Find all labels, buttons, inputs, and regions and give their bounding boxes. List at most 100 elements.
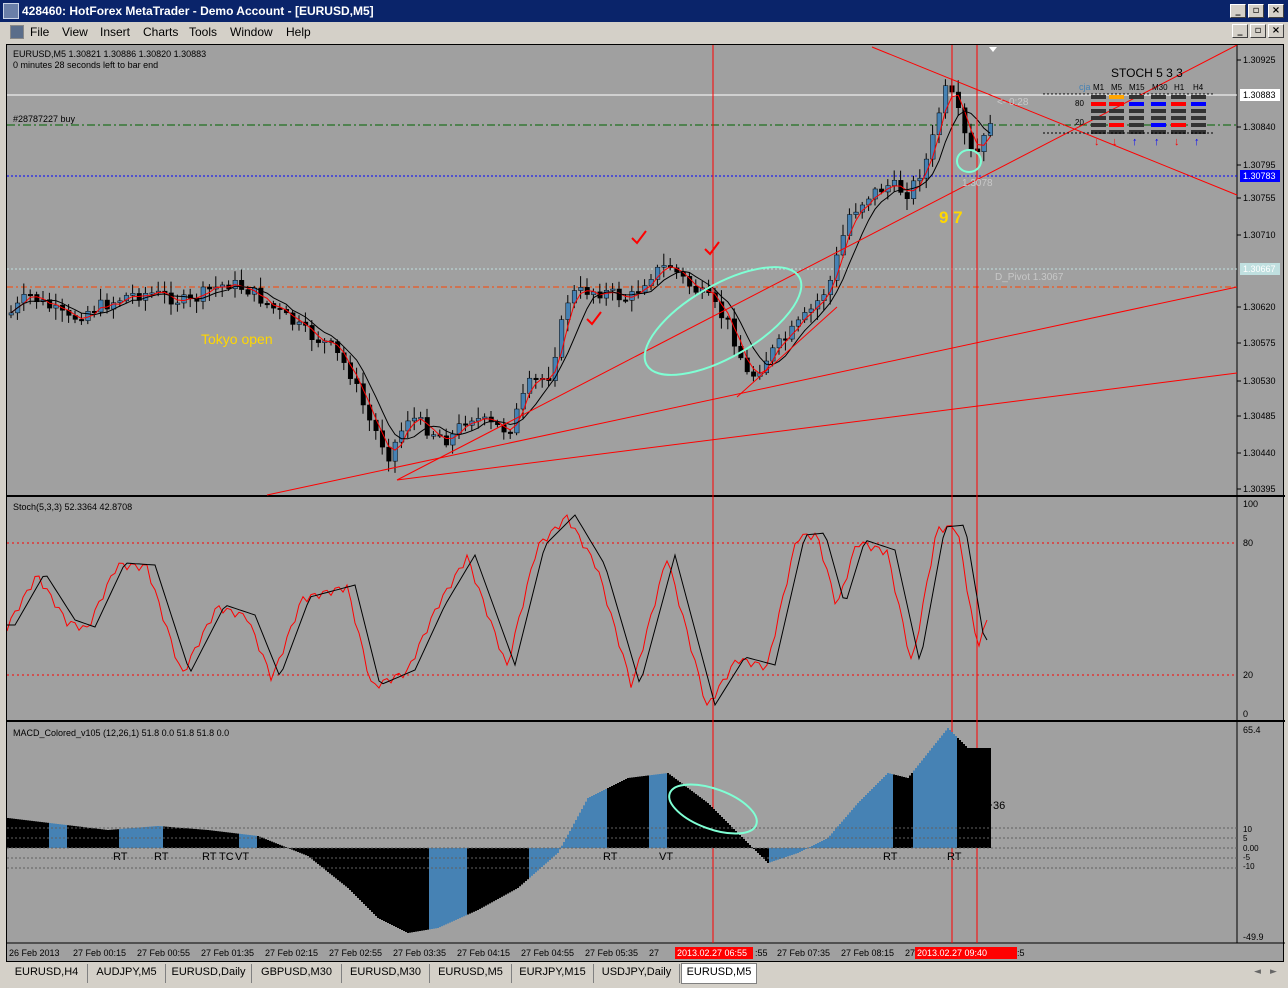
stoch-cell	[1129, 102, 1144, 106]
stoch-cell	[1109, 109, 1124, 113]
macd-bar	[153, 826, 155, 848]
macd-bar	[753, 848, 755, 849]
macd-bar	[193, 828, 195, 848]
child-close-button[interactable]: ×	[1268, 24, 1284, 38]
macd-bar	[103, 829, 105, 848]
stoch-cell	[1109, 102, 1124, 106]
time-label: 27 Feb 01:35	[201, 948, 254, 958]
macd-bar	[81, 826, 83, 848]
menu-tools[interactable]: Tools	[189, 25, 217, 39]
macd-bar	[23, 819, 25, 848]
macd-bar	[763, 848, 765, 859]
price-tick-label: 1.30440	[1243, 448, 1276, 458]
stoch-cell	[1129, 109, 1144, 113]
macd-bar	[815, 844, 817, 848]
chart-area[interactable]: EURUSD,M5 1.30821 1.30886 1.30820 1.3088…	[6, 44, 1285, 963]
candle-body	[661, 265, 667, 268]
macd-bar	[149, 826, 151, 848]
macd-marker-rt: RT	[947, 851, 962, 863]
macd-bar	[393, 848, 395, 926]
menu-file[interactable]: File	[30, 25, 49, 39]
macd-bar	[527, 848, 529, 880]
macd-bar	[201, 829, 203, 848]
macd-bar	[613, 785, 615, 848]
minimize-button[interactable]: _	[1230, 4, 1246, 18]
close-button[interactable]: ×	[1268, 4, 1284, 18]
title-bar[interactable]: 428460: HotForex MetaTrader - Demo Accou…	[0, 0, 1288, 22]
macd-bar	[773, 848, 775, 861]
menu-help[interactable]: Help	[286, 25, 311, 39]
document-icon[interactable]	[10, 25, 24, 39]
macd-bar	[367, 848, 369, 908]
tab-eurusd-m5-active[interactable]: EURUSD,M5	[681, 963, 757, 984]
macd-bar	[767, 848, 769, 863]
macd-bar	[167, 826, 169, 848]
tab-eurusd-m30[interactable]: EURUSD,M30	[342, 964, 430, 983]
tab-eurusd-daily[interactable]: EURUSD,Daily	[166, 964, 252, 983]
menu-charts[interactable]: Charts	[143, 25, 178, 39]
chart-canvas[interactable]: EURUSD,M5 1.30821 1.30886 1.30820 1.3088…	[6, 44, 1285, 963]
macd-bar	[185, 828, 187, 848]
macd-bar	[365, 848, 367, 906]
macd-bar	[931, 748, 933, 848]
macd-bar	[633, 777, 635, 848]
macd-bar	[595, 794, 597, 848]
macd-bar	[885, 775, 887, 848]
macd-bar	[779, 848, 781, 859]
macd-bar	[321, 848, 323, 868]
tab-gbpusd-m30[interactable]: GBPUSD,M30	[252, 964, 342, 983]
tab-scroll-right-icon[interactable]: ►	[1270, 967, 1277, 977]
candle-body	[341, 352, 347, 363]
candle-body	[130, 293, 136, 296]
macd-bar	[733, 829, 735, 848]
macd-marker-vt: VT	[659, 851, 673, 863]
time-label: 27	[649, 948, 659, 958]
macd-bar	[225, 832, 227, 848]
maximize-button[interactable]: ▫	[1248, 4, 1264, 18]
macd-bar	[783, 848, 785, 858]
macd-bar	[739, 835, 741, 848]
macd-bar	[111, 829, 113, 848]
tab-eurusd-h4[interactable]: EURUSD,H4	[6, 964, 88, 983]
candle-body	[245, 289, 251, 295]
macd-bar	[429, 848, 431, 930]
tab-usdjpy-daily[interactable]: USDJPY,Daily	[594, 964, 680, 983]
menu-view[interactable]: View	[62, 25, 88, 39]
macd-bar	[197, 829, 199, 848]
main-price-panel[interactable]	[7, 45, 1237, 495]
time-axis[interactable]: 26 Feb 2013 27 Feb 00:15 27 Feb 00:55 27…	[9, 947, 1025, 959]
tab-scroll-left-icon[interactable]: ◄	[1254, 967, 1261, 977]
macd-bar	[939, 738, 941, 848]
macd-bar	[577, 816, 579, 848]
macd-bar	[921, 760, 923, 848]
candle-body	[27, 294, 33, 297]
macd-bar	[837, 826, 839, 848]
macd-bar	[477, 848, 479, 910]
tab-audjpy-m5[interactable]: AUDJPY,M5	[88, 964, 166, 983]
tab-eurjpy-m15[interactable]: EURJPY,M15	[512, 964, 594, 983]
macd-bar	[973, 748, 975, 848]
macd-bar	[669, 774, 671, 848]
menu-window[interactable]: Window	[230, 25, 273, 39]
time-label: 27 Feb 03:35	[393, 948, 446, 958]
macd-bar	[137, 827, 139, 848]
macd-bar	[563, 842, 565, 848]
menu-insert[interactable]: Insert	[100, 25, 130, 39]
menu-bar: File View Insert Charts Tools Window Hel…	[0, 22, 1288, 42]
macd-scale-max: 65.4	[1243, 725, 1261, 735]
child-minimize-button[interactable]: _	[1232, 24, 1248, 38]
tab-eurusd-m5[interactable]: EURUSD,M5	[430, 964, 512, 983]
macd-bar	[317, 848, 319, 864]
macd-bar	[441, 848, 443, 927]
macd-bar	[413, 848, 415, 932]
macd-bar	[499, 848, 501, 898]
macd-bar	[351, 848, 353, 892]
stoch-cell	[1171, 109, 1186, 113]
macd-bar	[941, 735, 943, 848]
macd-bar	[789, 848, 791, 856]
macd-bar	[451, 848, 453, 922]
child-restore-button[interactable]: ▫	[1250, 24, 1266, 38]
macd-bar	[653, 774, 655, 848]
macd-bar	[509, 848, 511, 893]
macd-bar	[47, 822, 49, 848]
